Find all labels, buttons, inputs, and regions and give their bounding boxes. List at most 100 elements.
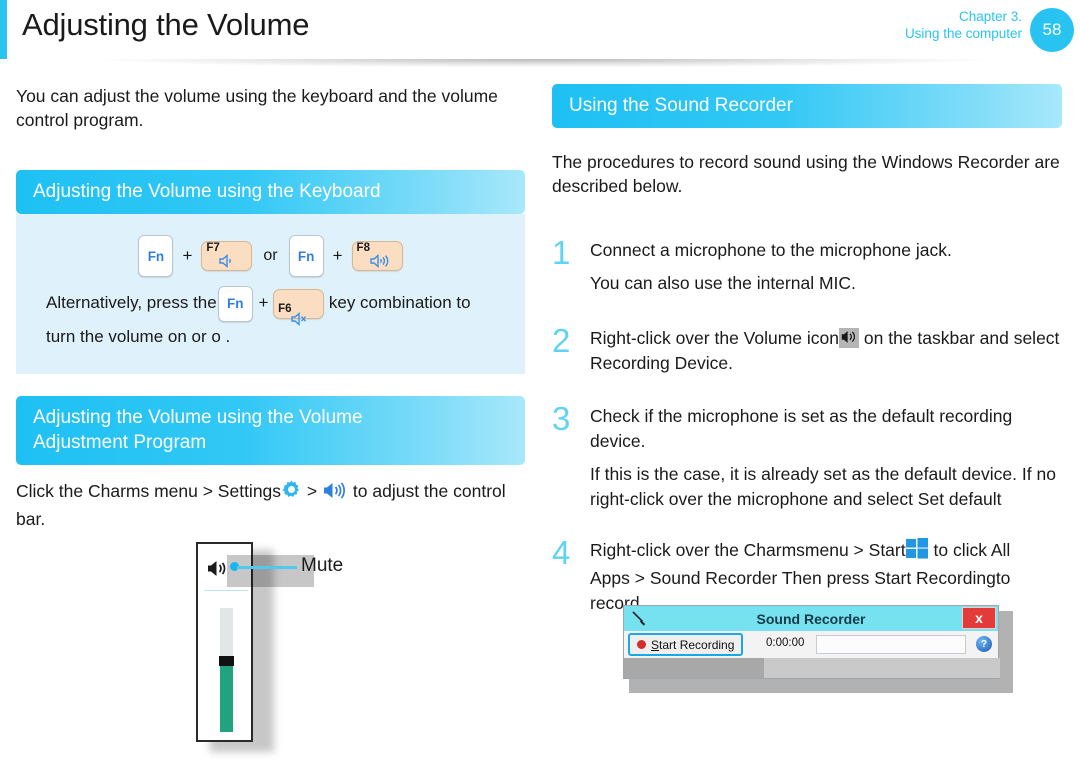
page-title: Adjusting the Volume	[22, 7, 310, 42]
section-header-volume-line1: Adjusting the Volume using the Volume	[33, 407, 363, 428]
volume-slider-thumb[interactable]	[219, 656, 234, 666]
mute-icon	[290, 302, 312, 340]
step-2-text-part2: on the taskbar and select	[863, 328, 1060, 348]
right-column: Using the Sound Recorder The procedures …	[552, 84, 1080, 616]
step-4-line2: Apps > Sound Recorder Then press Start R…	[590, 566, 1080, 591]
charms-text-line2: bar.	[16, 509, 46, 529]
start-recording-label-rest: tart Recording	[659, 637, 735, 652]
start-recording-button[interactable]: Start Recording	[628, 633, 744, 656]
step-3-body: Check if the microphone is set as the de…	[590, 404, 1080, 512]
recording-progress-bar	[816, 635, 966, 654]
step-2-number: 2	[552, 322, 571, 359]
plus-sign-2: +	[332, 246, 343, 265]
callout-line	[237, 566, 297, 569]
step-3-sub-line1: If this is the case, it is already set a…	[590, 464, 1056, 484]
keyboard-shortcut-panel: Fn + F7 or Fn + F8 Alternatively, press …	[16, 214, 525, 374]
charms-text-part1: Click the Charms menu > Settings	[16, 481, 282, 501]
chapter-subtitle: Using the computer	[904, 26, 1022, 41]
step-1-sub: You can also use the internal MIC.	[590, 273, 856, 293]
manual-page: Adjusting the Volume Chapter 3. Using th…	[0, 0, 1080, 766]
step-4-number: 4	[552, 534, 571, 571]
page-header: Adjusting the Volume Chapter 3. Using th…	[0, 0, 1080, 70]
record-dot-icon	[637, 640, 646, 649]
or-separator: or	[263, 247, 278, 264]
step-4-text-part3: to click All	[933, 540, 1011, 560]
help-icon[interactable]: ?	[976, 636, 992, 652]
key-fn-1: Fn	[138, 235, 174, 277]
step-3: 3 Check if the microphone is set as the …	[552, 400, 1080, 512]
charms-instruction: Click the Charms menu > Settings > to ad…	[16, 479, 528, 532]
section-header-volume-program: Adjusting the Volume using the Volume Ad…	[16, 396, 525, 465]
keyboard-alternative-note: Alternatively, press the Fn + F6 key comb…	[16, 278, 525, 352]
charms-separator: >	[306, 481, 318, 501]
section-header-volume-line2: Adjustment Program	[33, 432, 207, 453]
plus-sign-1: +	[182, 246, 193, 265]
step-1-text: Connect a microphone to the microphone j…	[590, 240, 952, 260]
mute-callout-label: Mute	[301, 555, 344, 576]
step-4-line1: Right-click over the Charmsmenu > Start …	[590, 538, 1080, 566]
step-3-line2: device.	[590, 431, 646, 451]
recording-time: 0:00:00	[766, 637, 805, 649]
recorder-titlebar: Sound Recorder x	[624, 606, 998, 631]
windows-logo-icon	[905, 538, 929, 566]
volume-down-icon	[218, 253, 235, 273]
volume-up-icon	[369, 253, 391, 273]
recorder-intro-line2: described below.	[552, 176, 683, 196]
plus-sign-3: +	[258, 293, 269, 312]
step-2-body: Right-click over the Volume icon on the …	[590, 326, 1080, 376]
step-3-line1: Check if the microphone is set as the de…	[590, 406, 1013, 426]
key-f6: F6	[273, 288, 325, 326]
keyboard-shortcut-row: Fn + F7 or Fn + F8	[16, 234, 525, 278]
section-header-keyboard: Adjusting the Volume using the Keyboard	[16, 170, 525, 214]
header-shadow	[16, 59, 1072, 70]
key-fn-3: Fn	[217, 285, 253, 322]
microphone-icon	[631, 610, 648, 632]
step-4-text-part2: menu > Start	[804, 540, 906, 560]
step-4-line2b: to	[995, 568, 1011, 588]
chapter-info: Chapter 3. Using the computer	[905, 8, 1022, 42]
start-recording-label: Start Recording	[651, 638, 734, 652]
step-1-number: 1	[552, 234, 571, 271]
recorder-intro: The procedures to record sound using the…	[552, 150, 1080, 198]
chapter-label: Chapter 3.	[958, 9, 1022, 24]
step-3-number: 3	[552, 400, 571, 437]
header-accent-bar	[0, 0, 7, 59]
recorder-statusbar-segment	[624, 658, 764, 678]
key-fn-2: Fn	[288, 235, 324, 277]
step-1-body: Connect a microphone to the microphone j…	[590, 238, 1080, 296]
left-column: You can adjust the volume using the keyb…	[16, 84, 528, 532]
recorder-title-label: Sound Recorder	[756, 610, 866, 627]
sound-recorder-window: Sound Recorder x Start Recording 0:00:00…	[623, 605, 1000, 679]
panel-divider	[204, 590, 248, 591]
start-recording-label-mnemonic: S	[651, 637, 660, 652]
note-text-part2: key combination to	[328, 293, 471, 312]
step-2: 2 Right-click over the Volume icon on th…	[552, 322, 1080, 376]
section-header-sound-recorder: Using the Sound Recorder	[552, 84, 1062, 128]
key-f8: F8	[351, 241, 403, 273]
step-2-text-part1: Right-click over the Volume icon	[590, 328, 839, 348]
key-f7-label: F7	[206, 242, 220, 254]
step-4-line2a: Apps > Sound Recorder Then press Start R…	[590, 568, 996, 588]
recorder-toolbar: Start Recording 0:00:00 ?	[624, 631, 998, 659]
page-number-badge: 58	[1030, 8, 1074, 52]
charms-text-part2: to adjust the control	[352, 481, 506, 501]
step-2-line2: Recording Device.	[590, 353, 733, 373]
intro-paragraph: You can adjust the volume using the keyb…	[16, 86, 498, 130]
recorder-statusbar	[624, 658, 1000, 678]
volume-slider-fill	[220, 663, 233, 732]
step-1: 1 Connect a microphone to the microphone…	[552, 234, 1080, 296]
volume-control-illustration: Mute	[196, 542, 526, 754]
speaker-icon	[322, 481, 348, 507]
note-text-part1: Alternatively, press the	[46, 293, 217, 312]
step-4-text-part1: Right-click over the Charms	[590, 540, 805, 560]
step-2-line1: Right-click over the Volume icon on the …	[590, 326, 1080, 351]
recorder-intro-line1: The procedures to record sound using the…	[552, 152, 1060, 172]
step-3-sub-line2: right-click over the microphone and sele…	[590, 489, 1002, 509]
key-f7: F7	[201, 241, 253, 273]
close-icon[interactable]: x	[962, 607, 996, 629]
section-header-keyboard-label: Adjusting the Volume using the Keyboard	[33, 181, 381, 202]
taskbar-volume-chip	[839, 328, 859, 348]
sound-recorder-screenshot: Sound Recorder x Start Recording 0:00:00…	[623, 605, 1013, 693]
section-header-sound-recorder-label: Using the Sound Recorder	[569, 95, 793, 116]
key-f8-label: F8	[356, 242, 370, 254]
